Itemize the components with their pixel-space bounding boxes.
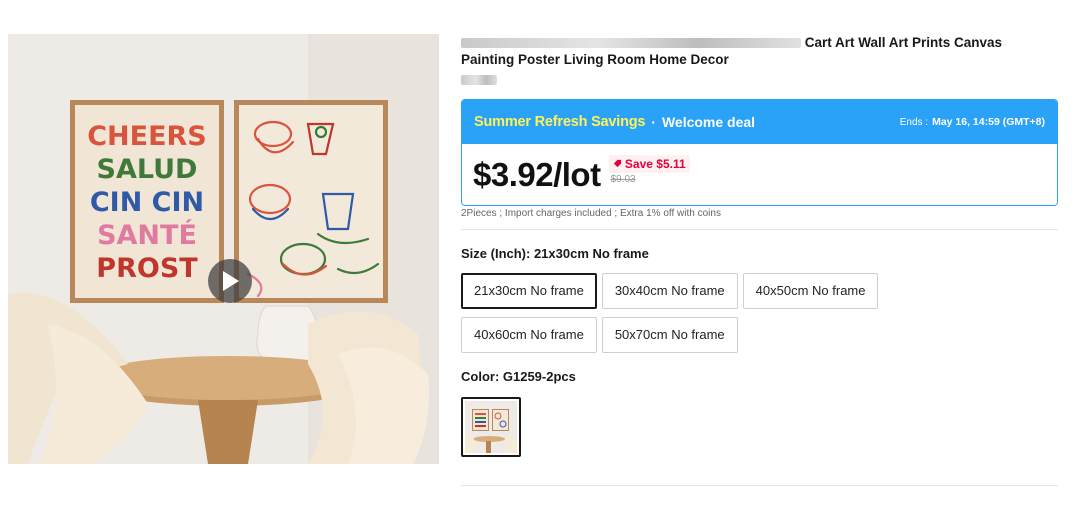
redacted-rating bbox=[461, 74, 497, 85]
product-photo: CHEERS SALUD CIN CIN SANTÉ PROST bbox=[8, 34, 439, 464]
poster-word: SANTÉ bbox=[97, 219, 197, 251]
deal-ends: Ends : May 16, 14:59 (GMT+8) bbox=[900, 116, 1045, 128]
swatch-thumbnail bbox=[465, 401, 517, 453]
save-tag-icon bbox=[613, 159, 621, 167]
promo-separator: · bbox=[651, 114, 656, 130]
deal-box: Summer Refresh Savings · Welcome deal En… bbox=[461, 99, 1058, 206]
poster-word: CIN CIN bbox=[90, 187, 204, 218]
color-label: Color: G1259-2pcs bbox=[461, 369, 576, 384]
color-swatch-selected[interactable] bbox=[461, 397, 521, 457]
product-details: Cart Art Wall Art Prints Canvas Painting… bbox=[461, 34, 1058, 457]
size-option-30x40[interactable]: 30x40cm No frame bbox=[601, 273, 738, 309]
divider bbox=[461, 485, 1058, 486]
product-image[interactable]: CHEERS SALUD CIN CIN SANTÉ PROST bbox=[8, 34, 439, 464]
size-option-21x30[interactable]: 21x30cm No frame bbox=[461, 273, 597, 309]
price-note: 2Pieces ; Import charges included ; Extr… bbox=[461, 208, 721, 219]
deal-banner: Summer Refresh Savings · Welcome deal En… bbox=[462, 100, 1057, 144]
poster-word: PROST bbox=[96, 253, 198, 284]
title-line-2: Painting Poster Living Room Home Decor bbox=[461, 52, 729, 67]
poster-word: SALUD bbox=[97, 154, 198, 185]
size-options: 21x30cm No frame 30x40cm No frame 40x50cm … bbox=[461, 273, 931, 361]
save-badge: Save $5.11 bbox=[608, 154, 690, 173]
play-video-button[interactable] bbox=[208, 259, 252, 303]
title-line-1: Cart Art Wall Art Prints Canvas bbox=[804, 35, 1003, 50]
ends-label: Ends : bbox=[899, 117, 929, 128]
redacted-text bbox=[461, 38, 801, 49]
current-price: $3.92/lot bbox=[473, 155, 601, 193]
divider bbox=[461, 229, 1058, 230]
price-row: $3.92/lot Save $5.11 $9.03 bbox=[462, 144, 1057, 205]
promo-name[interactable]: Summer Refresh Savings bbox=[474, 114, 645, 130]
poster-word: CHEERS bbox=[87, 121, 207, 152]
product-title: Cart Art Wall Art Prints Canvas Painting… bbox=[461, 34, 1058, 68]
size-option-50x70[interactable]: 50x70cm No frame bbox=[601, 317, 738, 353]
play-icon bbox=[223, 271, 239, 291]
save-text: Save $5.11 bbox=[624, 156, 686, 171]
size-option-40x60[interactable]: 40x60cm No frame bbox=[461, 317, 597, 353]
size-label: Size (Inch): 21x30cm No frame bbox=[461, 246, 649, 261]
size-option-40x50[interactable]: 40x50cm No frame bbox=[742, 273, 879, 309]
original-price: $9.03 bbox=[610, 173, 636, 185]
deal-type: Welcome deal bbox=[661, 114, 756, 130]
ends-value: May 16, 14:59 (GMT+8) bbox=[932, 116, 1045, 128]
